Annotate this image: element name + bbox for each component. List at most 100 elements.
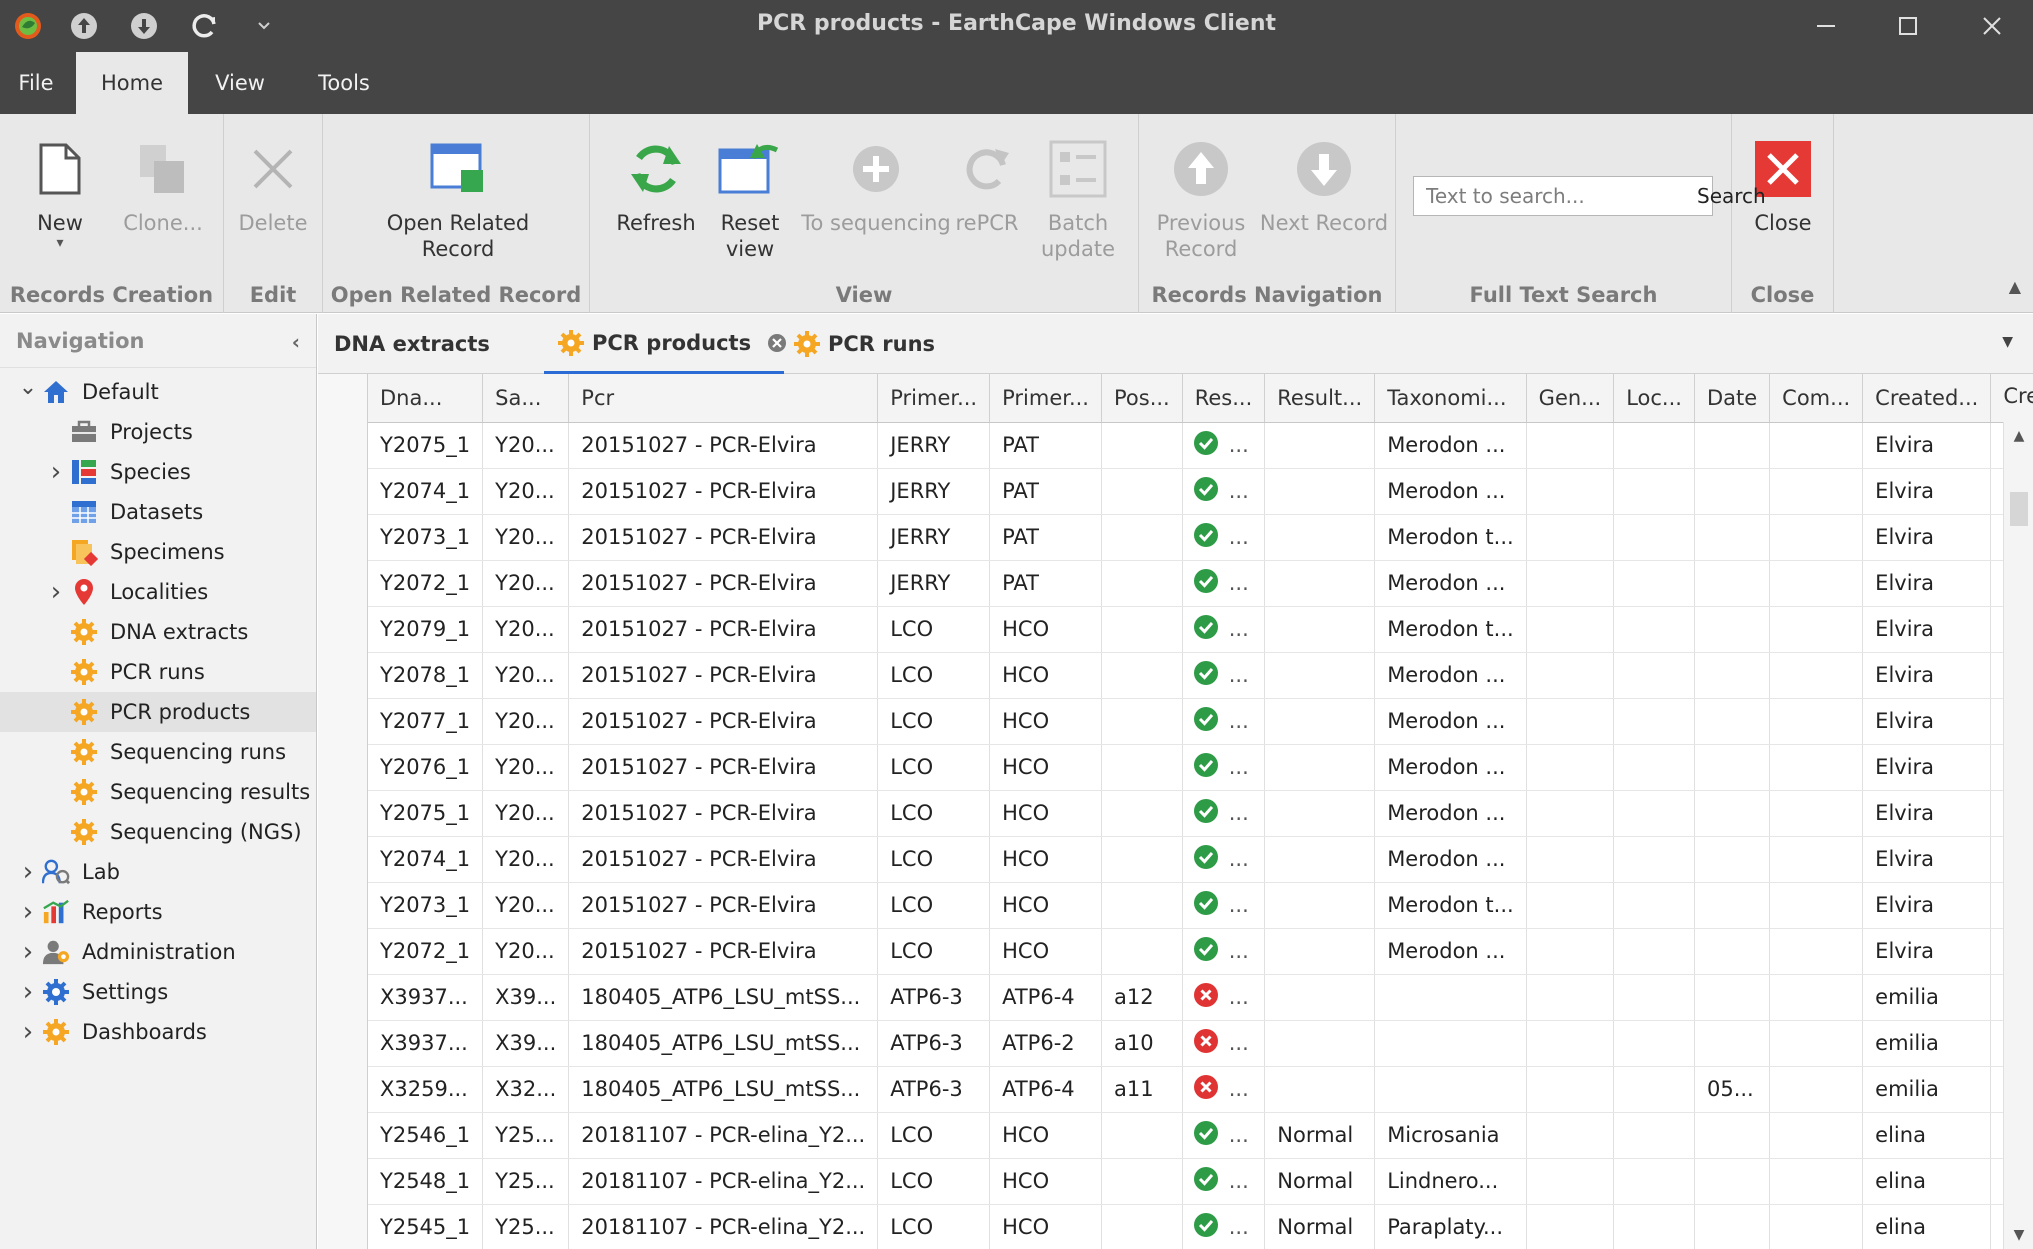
table-cell[interactable] <box>1694 974 1771 1021</box>
table-cell[interactable]: LCO <box>877 928 991 975</box>
table-cell[interactable]: Paraplaty... <box>1374 1204 1527 1249</box>
table-cell[interactable] <box>1264 928 1376 975</box>
table-cell[interactable] <box>1526 974 1615 1021</box>
table-cell[interactable]: HCO <box>989 928 1102 975</box>
table-cell[interactable] <box>1264 836 1376 883</box>
table-cell[interactable]: 20151027 - PCR-Elvira <box>568 882 879 929</box>
column-header[interactable]: Create... <box>1990 374 2033 423</box>
close-tab-icon[interactable] <box>767 333 787 353</box>
table-cell[interactable] <box>1769 974 1864 1021</box>
table-cell[interactable] <box>1264 698 1376 745</box>
sidebar-item-default[interactable]: ⌄ Default <box>0 372 316 412</box>
result-status-cell[interactable]: ... <box>1182 606 1266 653</box>
table-cell[interactable] <box>1613 974 1695 1021</box>
table-cell[interactable] <box>1101 560 1183 607</box>
result-status-cell[interactable]: ... <box>1182 560 1266 607</box>
table-cell[interactable]: Y2545_1 <box>368 1204 484 1249</box>
table-cell[interactable] <box>1101 790 1183 837</box>
result-status-cell[interactable]: ... <box>1182 652 1266 699</box>
table-cell[interactable]: Merodon ... <box>1374 468 1527 515</box>
table-cell[interactable]: LCO <box>877 744 991 791</box>
table-cell[interactable] <box>1264 974 1376 1021</box>
chevron-down-icon[interactable]: ▼ <box>2002 334 2013 350</box>
table-cell[interactable]: Lindnero... <box>1374 1158 1527 1205</box>
table-cell[interactable] <box>1613 882 1695 929</box>
table-cell[interactable]: LCO <box>877 1158 991 1205</box>
table-cell[interactable]: Merodon t... <box>1374 606 1527 653</box>
chevron-right-icon[interactable]: › <box>18 977 38 1007</box>
table-cell[interactable]: X3259... <box>368 1066 484 1113</box>
table-cell[interactable] <box>1101 1158 1183 1205</box>
table-cell[interactable] <box>1264 422 1376 469</box>
table-cell[interactable] <box>1526 606 1615 653</box>
table-cell[interactable]: emilia <box>1862 1020 1992 1067</box>
table-cell[interactable] <box>1694 1158 1771 1205</box>
table-row[interactable]: Y2073_1 Y20... 20151027 - PCR-Elvira JERRY P… <box>368 514 2033 561</box>
table-row[interactable]: Y2075_1 Y20... 20151027 - PCR-Elvira LCO HCO… <box>368 790 2033 837</box>
delete-button[interactable]: Delete <box>228 128 318 236</box>
table-cell[interactable] <box>1613 1158 1695 1205</box>
refresh-button[interactable]: Refresh <box>606 128 706 236</box>
column-header[interactable]: Pos... <box>1101 374 1183 423</box>
table-cell[interactable] <box>1526 698 1615 745</box>
table-cell[interactable] <box>1613 1066 1695 1113</box>
table-cell[interactable]: Y20... <box>482 422 570 469</box>
table-cell[interactable]: Y2078_1 <box>368 652 484 699</box>
table-row[interactable]: Y2545_1 Y25... 20181107 - PCR-elina_Y2... L… <box>368 1204 2033 1249</box>
table-cell[interactable]: Elvira <box>1862 836 1992 883</box>
table-cell[interactable] <box>1613 744 1695 791</box>
new-button[interactable]: New ▾ <box>16 128 104 250</box>
table-cell[interactable] <box>1694 422 1771 469</box>
table-cell[interactable]: HCO <box>989 744 1102 791</box>
table-cell[interactable]: Elvira <box>1862 606 1992 653</box>
result-status-cell[interactable]: ... <box>1182 698 1266 745</box>
sidebar-item-species[interactable]: › Species <box>0 452 316 492</box>
table-cell[interactable]: Elvira <box>1862 698 1992 745</box>
table-cell[interactable]: 20181107 - PCR-elina_Y2... <box>568 1112 879 1159</box>
table-row[interactable]: Y2548_1 Y25... 20181107 - PCR-elina_Y2... L… <box>368 1158 2033 1205</box>
table-cell[interactable]: Y20... <box>482 606 570 653</box>
table-cell[interactable]: 20151027 - PCR-Elvira <box>568 606 879 653</box>
table-cell[interactable]: 20151027 - PCR-Elvira <box>568 652 879 699</box>
chevron-right-icon[interactable]: › <box>18 897 38 927</box>
sidebar-item-sequencing-ngs[interactable]: Sequencing (NGS) <box>0 812 316 852</box>
table-cell[interactable] <box>1613 1204 1695 1249</box>
chevron-left-icon[interactable]: ‹ <box>292 330 300 354</box>
table-row[interactable]: Y2075_1 Y20... 20151027 - PCR-Elvira JERRY P… <box>368 422 2033 469</box>
table-cell[interactable]: Y20... <box>482 514 570 561</box>
table-cell[interactable] <box>1101 422 1183 469</box>
result-status-cell[interactable]: ... <box>1182 882 1266 929</box>
table-cell[interactable]: 20151027 - PCR-Elvira <box>568 836 879 883</box>
table-cell[interactable]: ATP6-3 <box>877 974 991 1021</box>
column-header[interactable]: Sa... <box>482 374 570 423</box>
table-cell[interactable] <box>1526 1020 1615 1067</box>
table-row[interactable]: Y2076_1 Y20... 20151027 - PCR-Elvira LCO HCO… <box>368 744 2033 791</box>
table-cell[interactable] <box>1769 1158 1864 1205</box>
menu-view[interactable]: View <box>190 52 290 114</box>
table-cell[interactable] <box>1101 468 1183 515</box>
sidebar-item-settings[interactable]: › Settings <box>0 972 316 1012</box>
sidebar-item-specimens[interactable]: Specimens <box>0 532 316 572</box>
tab-pcr-products[interactable]: PCR products <box>544 314 787 374</box>
table-cell[interactable] <box>1264 1020 1376 1067</box>
result-status-cell[interactable]: ... <box>1182 790 1266 837</box>
table-cell[interactable]: 20151027 - PCR-Elvira <box>568 560 879 607</box>
chevron-up-icon[interactable]: ▲ <box>2009 277 2021 296</box>
table-cell[interactable] <box>1526 744 1615 791</box>
sidebar-item-pcr-products[interactable]: PCR products <box>0 692 316 732</box>
table-cell[interactable] <box>1101 652 1183 699</box>
clone-button[interactable]: Clone... <box>108 128 218 236</box>
table-cell[interactable]: 20151027 - PCR-Elvira <box>568 422 879 469</box>
table-cell[interactable] <box>1101 1204 1183 1249</box>
table-row[interactable]: Y2074_1 Y20... 20151027 - PCR-Elvira LCO HCO… <box>368 836 2033 883</box>
table-cell[interactable] <box>1769 698 1864 745</box>
sidebar-item-sequencing-results[interactable]: Sequencing results <box>0 772 316 812</box>
table-cell[interactable] <box>1526 468 1615 515</box>
result-status-cell[interactable]: ... <box>1182 928 1266 975</box>
table-cell[interactable]: LCO <box>877 698 991 745</box>
table-cell[interactable] <box>1769 1112 1864 1159</box>
table-cell[interactable] <box>1526 1066 1615 1113</box>
table-cell[interactable]: emilia <box>1862 1066 1992 1113</box>
table-cell[interactable] <box>1526 560 1615 607</box>
table-cell[interactable]: 20151027 - PCR-Elvira <box>568 790 879 837</box>
